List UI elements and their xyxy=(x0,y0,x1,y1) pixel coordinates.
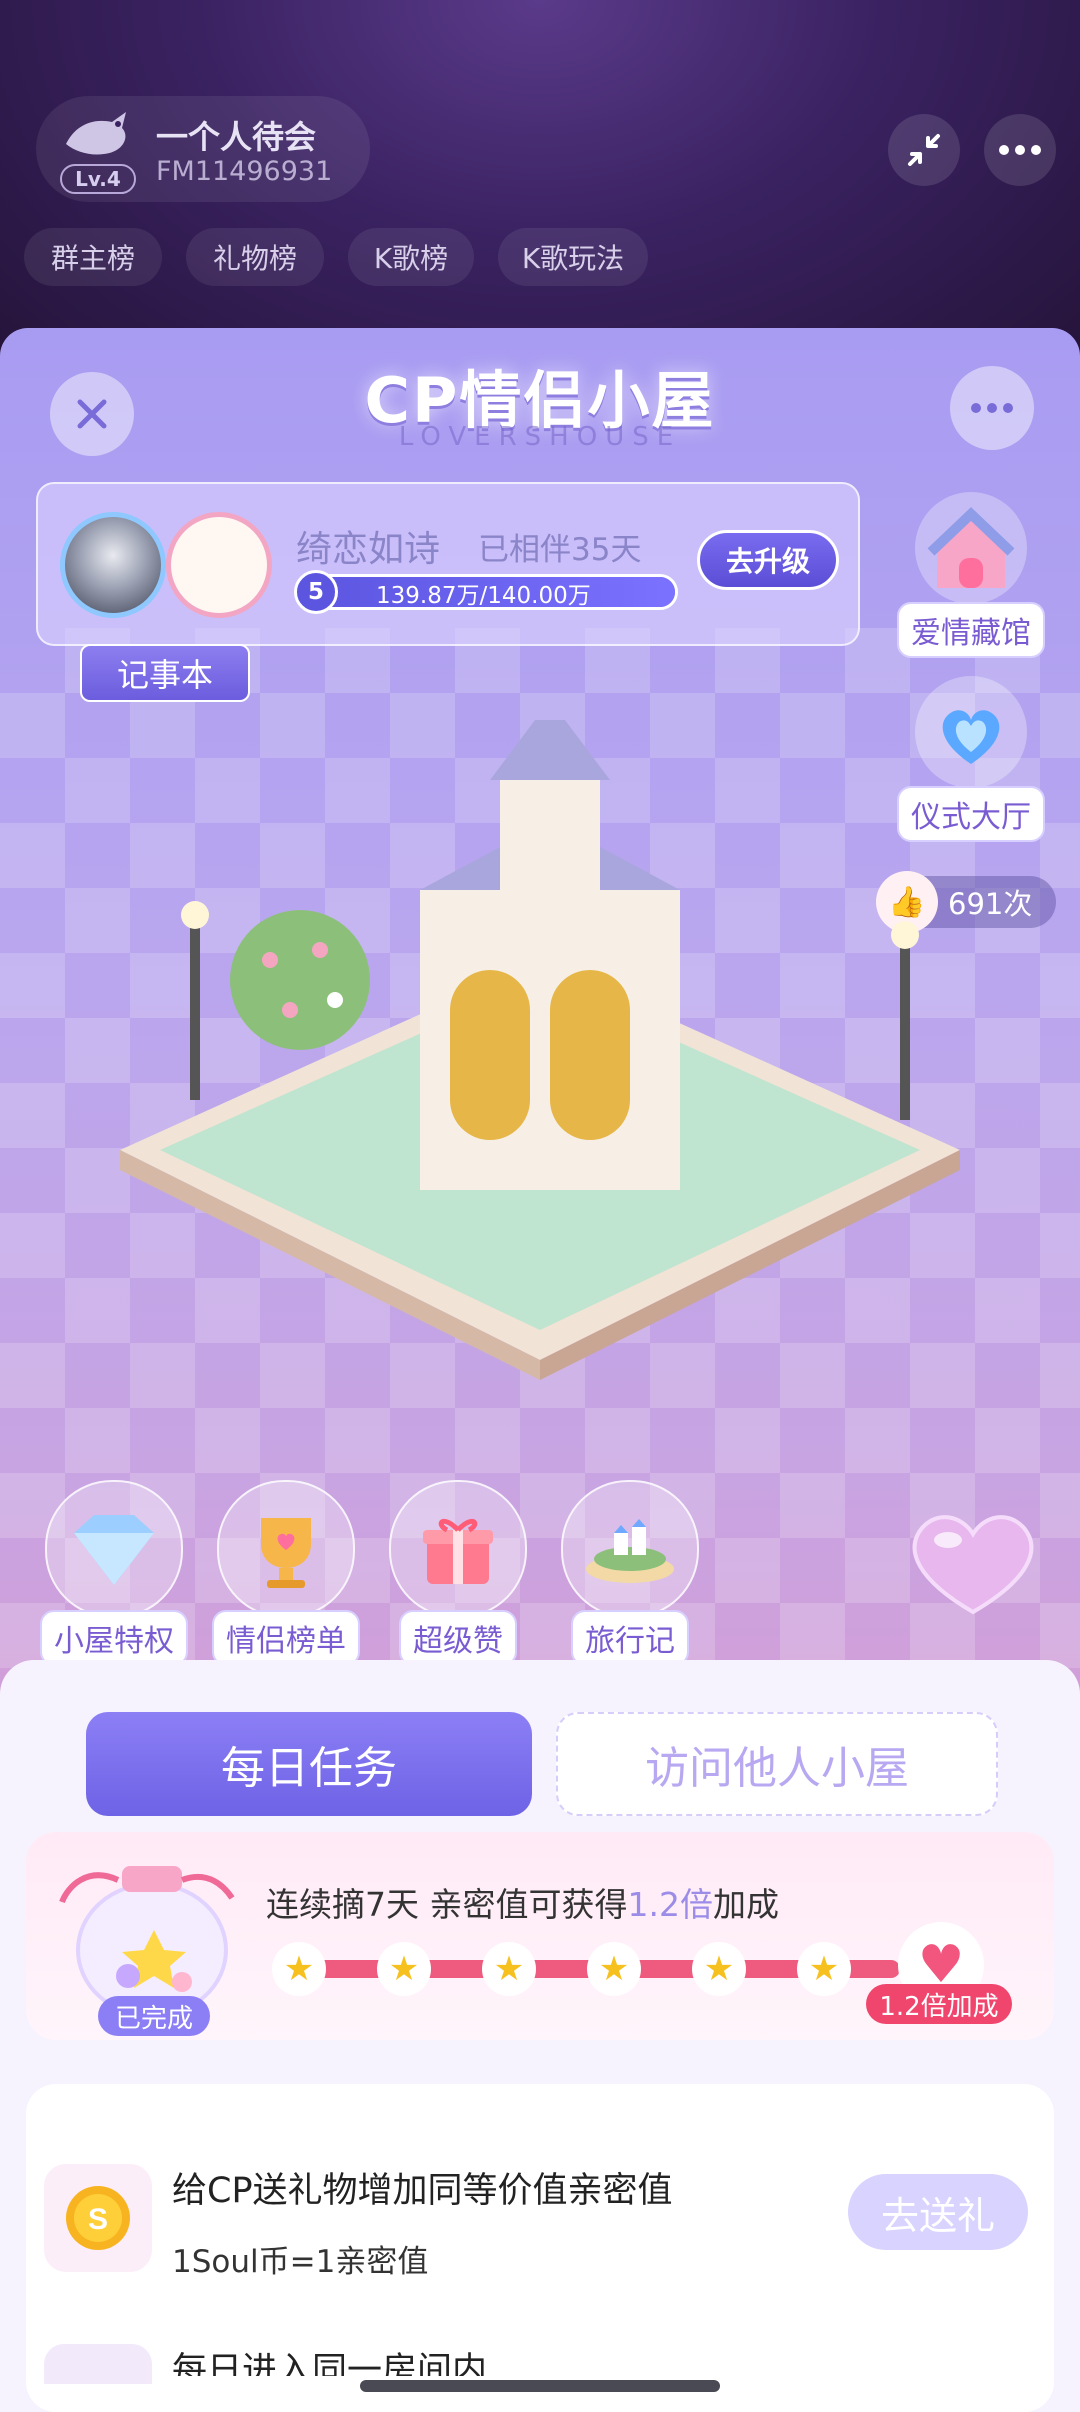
more-dots-icon xyxy=(971,403,1013,413)
dove-icon xyxy=(66,112,126,155)
close-icon xyxy=(77,399,107,429)
cp-house-illustration[interactable] xyxy=(120,720,960,1420)
room-level-badge: Lv.4 xyxy=(60,164,136,194)
streak-text-before: 连续摘7天 亲密值可获得 xyxy=(266,1885,628,1924)
intimacy-progress-text: 139.87万/140.00万 xyxy=(376,583,591,609)
room-name: 一个人待会 xyxy=(156,118,317,156)
collapse-arrows-icon xyxy=(908,134,940,166)
next-task-icon xyxy=(44,2344,152,2384)
next-task-title: 每日进入同一房间内 xyxy=(172,2351,488,2376)
svg-text:S: S xyxy=(88,2203,108,2236)
love-museum-button[interactable]: 爱情藏馆 xyxy=(896,488,1046,658)
close-button[interactable] xyxy=(50,372,134,456)
streak-star-icon: ★ xyxy=(482,1942,536,1996)
panel-more-button[interactable] xyxy=(950,366,1034,450)
minimize-button[interactable] xyxy=(888,114,960,186)
travel-log-label: 旅行记 xyxy=(571,1610,689,1666)
streak-star-icon: ★ xyxy=(377,1942,431,1996)
send-gift-button[interactable]: 去送礼 xyxy=(848,2174,1028,2250)
room-more-button[interactable] xyxy=(984,114,1056,186)
streak-star-icon: ★ xyxy=(797,1942,851,1996)
glass-heart-icon[interactable] xyxy=(898,1500,1048,1620)
home-indicator[interactable] xyxy=(360,2380,720,2392)
streak-star-icon: ★ xyxy=(587,1942,641,1996)
user-avatar[interactable] xyxy=(60,512,166,618)
diamond-icon xyxy=(45,1480,183,1618)
partner-avatar[interactable] xyxy=(166,512,272,618)
upgrade-button[interactable]: 去升级 xyxy=(697,530,839,590)
tab-group-owner-rank[interactable]: 群主榜 xyxy=(24,228,162,286)
couple-ranking-button[interactable]: 情侣榜单 xyxy=(206,1480,366,1666)
completed-tag: 已完成 xyxy=(98,1996,210,2036)
love-museum-label: 爱情藏馆 xyxy=(897,602,1045,658)
more-dots-icon xyxy=(999,145,1041,155)
days-together: 已相伴35天 xyxy=(478,532,642,568)
room-id: FM11496931 xyxy=(156,156,333,187)
streak-multiplier: 1.2倍 xyxy=(627,1885,713,1924)
panel-subtitle: LOVERSHOUSE xyxy=(398,422,682,452)
streak-description: 连续摘7天 亲密值可获得1.2倍加成 xyxy=(266,1878,779,1926)
partner-name: 绮恋如诗 xyxy=(296,529,441,570)
likes-count: 691次 xyxy=(948,887,1033,921)
tab-karaoke-games[interactable]: K歌玩法 xyxy=(498,228,648,286)
house-privileges-button[interactable]: 小屋特权 xyxy=(34,1480,194,1666)
cp-level-badge: 5 xyxy=(294,570,338,614)
notebook-button[interactable]: 记事本 xyxy=(80,644,250,702)
task-title: 给CP送礼物增加同等价值亲密值 xyxy=(172,2171,673,2211)
soul-coin-icon: S xyxy=(44,2164,152,2272)
house-privileges-label: 小屋特权 xyxy=(40,1610,188,1666)
streak-star-icon: ★ xyxy=(272,1942,326,1996)
super-like-label: 超级赞 xyxy=(399,1610,517,1666)
tab-karaoke-rank[interactable]: K歌榜 xyxy=(348,228,474,286)
streak-text-after: 加成 xyxy=(712,1885,779,1924)
trophy-icon xyxy=(217,1480,355,1618)
tab-daily-tasks[interactable]: 每日任务 xyxy=(86,1712,532,1816)
task-subtitle: 1Soul币=1亲密值 xyxy=(172,2244,429,2280)
bonus-badge: 1.2倍加成 xyxy=(866,1984,1012,2024)
travel-log-button[interactable]: 旅行记 xyxy=(550,1480,710,1666)
streak-star-icon: ★ xyxy=(692,1942,746,1996)
tab-gift-rank[interactable]: 礼物榜 xyxy=(186,228,324,286)
island-icon xyxy=(561,1480,699,1618)
couple-ranking-label: 情侣榜单 xyxy=(212,1610,360,1666)
super-like-button[interactable]: 超级赞 xyxy=(378,1480,538,1666)
tab-visit-others[interactable]: 访问他人小屋 xyxy=(556,1712,998,1816)
love-museum-icon xyxy=(915,492,1027,604)
gift-box-icon xyxy=(389,1480,527,1618)
